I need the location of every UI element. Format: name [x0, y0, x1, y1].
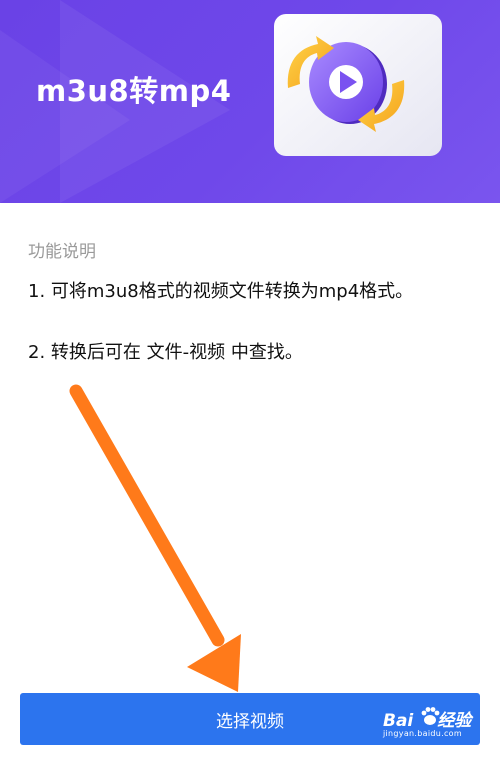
hero-banner: m3u8转mp4	[0, 0, 500, 203]
watermark-url: jingyan.baidu.com	[383, 729, 462, 738]
description-item: 2. 转换后可在 文件-视频 中查找。	[28, 342, 303, 363]
baidu-jingyan-watermark: Bai 经验 jingyan.baidu.com	[383, 706, 483, 746]
page-title: m3u8转mp4	[36, 74, 232, 108]
paw-icon	[421, 707, 440, 725]
video-convert-icon	[274, 14, 442, 156]
description-item: 1. 可将m3u8格式的视频文件转换为mp4格式。	[28, 281, 414, 302]
section-title: 功能说明	[28, 242, 96, 262]
